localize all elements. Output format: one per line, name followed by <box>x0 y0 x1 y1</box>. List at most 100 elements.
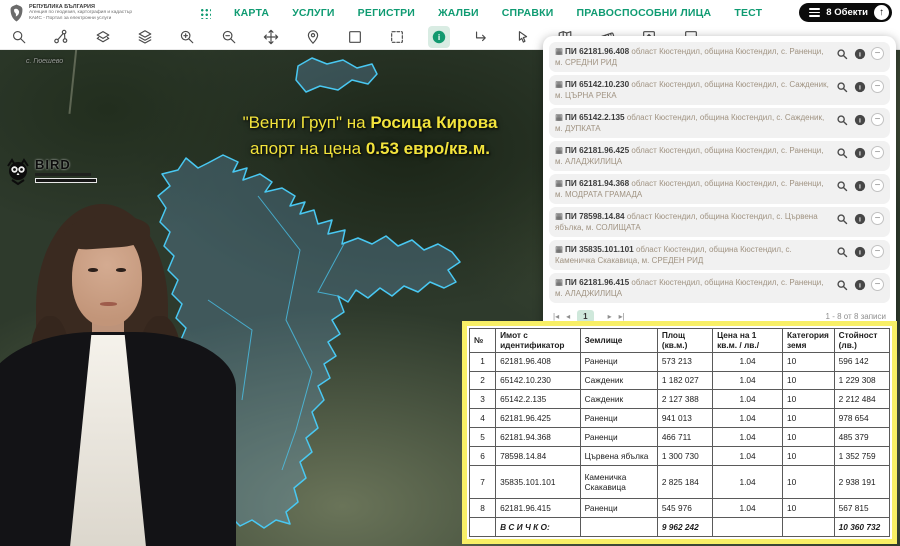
nav-zhalbi[interactable]: ЖАЛБИ <box>438 7 479 19</box>
layers-icon[interactable] <box>134 26 156 48</box>
rect-select-icon[interactable] <box>344 26 366 48</box>
parcel-list-item[interactable]: ▦ПИ 62181.96.415 област Кюстендил, общин… <box>549 273 890 303</box>
objects-button[interactable]: 8 Обекти ↑ <box>799 3 892 22</box>
svg-text:i: i <box>438 32 440 42</box>
caption-overlay: "Венти Груп" на Росица Кирова апорт на ц… <box>205 110 535 163</box>
info-icon[interactable]: i <box>428 26 450 48</box>
person-mouth <box>100 302 117 306</box>
zoom-to-parcel-icon[interactable] <box>835 80 848 93</box>
total-row: В С И Ч К О:9 962 24210 360 732 <box>470 518 890 537</box>
parcel-list-item[interactable]: ▦ПИ 62181.96.425 област Кюстендил, общин… <box>549 141 890 171</box>
col-header: Имот с идентификатор <box>496 329 581 353</box>
table-row: 265142.10.230Сажденик1 182 0271.04101 22… <box>470 371 890 390</box>
zoom-to-parcel-icon[interactable] <box>835 47 848 60</box>
corner-arrow-icon[interactable] <box>470 26 492 48</box>
parcel-info-icon[interactable]: i <box>853 278 866 291</box>
basemap-icon[interactable] <box>92 26 114 48</box>
owl-icon <box>5 158 31 186</box>
zoom-to-parcel-icon[interactable] <box>835 245 848 258</box>
parcel-info-icon[interactable]: i <box>853 245 866 258</box>
col-header: Цена на 1 кв.м. / лв./ <box>713 329 783 353</box>
remove-parcel-icon[interactable]: − <box>871 80 884 93</box>
parcel-info-icon[interactable]: i <box>853 212 866 225</box>
zoom-to-parcel-icon[interactable] <box>835 179 848 192</box>
grid-icon: ▦ <box>555 277 563 287</box>
parcel-list-item[interactable]: ▦ПИ 65142.10.230 област Кюстендил, общин… <box>549 75 890 105</box>
table-row: 365142.2.135Сажденик2 127 3881.04102 212… <box>470 390 890 409</box>
svg-text:i: i <box>859 150 861 157</box>
main-nav: КАРТА УСЛУГИ РЕГИСТРИ ЖАЛБИ СПРАВКИ ПРАВОСПОС… <box>199 3 892 22</box>
remove-parcel-icon[interactable]: − <box>871 146 884 159</box>
parcel-item-text: ▦ПИ 35835.101.101 област Кюстендил, общи… <box>555 244 829 266</box>
svg-text:i: i <box>859 183 861 190</box>
search-icon[interactable] <box>8 26 30 48</box>
table-row: 678598.14.84Цървена ябълка1 300 7301.041… <box>470 446 890 465</box>
collapse-arrow-icon[interactable]: ↑ <box>874 5 889 20</box>
pointer-select-icon[interactable] <box>512 26 534 48</box>
parcel-info-icon[interactable]: i <box>853 179 866 192</box>
apps-grid-icon[interactable] <box>199 7 211 19</box>
table-row: 562181.94.368Раненци466 7111.0410485 379 <box>470 428 890 447</box>
svg-text:i: i <box>859 282 861 289</box>
grid-icon: ▦ <box>555 211 563 221</box>
nav-karta[interactable]: КАРТА <box>234 7 269 19</box>
valuation-table: №Имот с идентификаторЗемлищеПлощ (кв.м.)… <box>469 328 890 537</box>
menu-icon <box>809 8 820 17</box>
remove-parcel-icon[interactable]: − <box>871 113 884 126</box>
table-row: 735835.101.101Каменичка Скакавица2 825 1… <box>470 465 890 498</box>
map-place-label: с. Гюешево <box>26 58 63 65</box>
col-header: Категория земя <box>783 329 835 353</box>
agency-logo[interactable]: РЕПУБЛИКА БЪЛГАРИЯ Агенция по геодезия, … <box>8 3 132 23</box>
parcel-item-text: ▦ПИ 62181.96.408 област Кюстендил, общин… <box>555 46 829 68</box>
parcel-info-icon[interactable]: i <box>853 113 866 126</box>
objects-button-label: 8 Обекти <box>826 7 868 18</box>
nav-registri[interactable]: РЕГИСТРИ <box>358 7 415 19</box>
parcel-list-item[interactable]: ▦ПИ 35835.101.101 област Кюстендил, общи… <box>549 240 890 270</box>
col-header: Площ (кв.м.) <box>657 329 712 353</box>
parcel-info-icon[interactable]: i <box>853 146 866 159</box>
svg-text:i: i <box>859 84 861 91</box>
grid-icon: ▦ <box>555 178 563 188</box>
grid-icon: ▦ <box>555 79 563 89</box>
route-nodes-icon[interactable] <box>50 26 72 48</box>
parcel-item-text: ▦ПИ 65142.2.135 област Кюстендил, община… <box>555 112 829 134</box>
zoom-to-parcel-icon[interactable] <box>835 113 848 126</box>
remove-parcel-icon[interactable]: − <box>871 212 884 225</box>
parcel-item-text: ▦ПИ 62181.94.368 област Кюстендил, общин… <box>555 178 829 200</box>
zoom-to-parcel-icon[interactable] <box>835 212 848 225</box>
svg-text:i: i <box>859 249 861 256</box>
rect-dashed-icon[interactable] <box>386 26 408 48</box>
nav-pravosposobni-litsa[interactable]: ПРАВОСПОСОБНИ ЛИЦА <box>576 7 711 19</box>
zoom-to-parcel-icon[interactable] <box>835 146 848 159</box>
col-header: Землище <box>580 329 657 353</box>
svg-text:i: i <box>859 51 861 58</box>
table-row: 162181.96.408Раненци573 2131.0410596 142 <box>470 352 890 371</box>
nav-uslugi[interactable]: УСЛУГИ <box>292 7 334 19</box>
parcel-info-icon[interactable]: i <box>853 80 866 93</box>
parcel-item-text: ▦ПИ 65142.10.230 област Кюстендил, общин… <box>555 79 829 101</box>
remove-parcel-icon[interactable]: − <box>871 47 884 60</box>
zoom-out-icon[interactable] <box>218 26 240 48</box>
zoom-to-parcel-icon[interactable] <box>835 278 848 291</box>
remove-parcel-icon[interactable]: − <box>871 179 884 192</box>
remove-parcel-icon[interactable]: − <box>871 278 884 291</box>
parcel-item-text: ▦ПИ 62181.96.425 област Кюстендил, общин… <box>555 145 829 167</box>
bird-logo-subtitle-strip <box>35 178 97 183</box>
parcel-list-item[interactable]: ▦ПИ 62181.94.368 област Кюстендил, общин… <box>549 174 890 204</box>
nav-test[interactable]: ТЕСТ <box>734 7 762 19</box>
pan-icon[interactable] <box>260 26 282 48</box>
zoom-in-icon[interactable] <box>176 26 198 48</box>
parcel-list-item[interactable]: ▦ПИ 62181.96.408 област Кюстендил, общин… <box>549 42 890 72</box>
nav-spravki[interactable]: СПРАВКИ <box>502 7 554 19</box>
remove-parcel-icon[interactable]: − <box>871 245 884 258</box>
parcel-list-item[interactable]: ▦ПИ 65142.2.135 област Кюстендил, община… <box>549 108 890 138</box>
parcel-info-icon[interactable]: i <box>853 47 866 60</box>
person-photo <box>0 204 218 546</box>
parcel-list-item[interactable]: ▦ПИ 78598.14.84 област Кюстендил, община… <box>549 207 890 237</box>
coat-of-arms-icon <box>8 3 25 23</box>
svg-text:i: i <box>859 216 861 223</box>
bird-logo-text: BIRD <box>35 158 97 171</box>
person-eye-right <box>116 268 126 272</box>
location-pin-icon[interactable] <box>302 26 324 48</box>
parcel-item-text: ▦ПИ 78598.14.84 област Кюстендил, община… <box>555 211 829 233</box>
